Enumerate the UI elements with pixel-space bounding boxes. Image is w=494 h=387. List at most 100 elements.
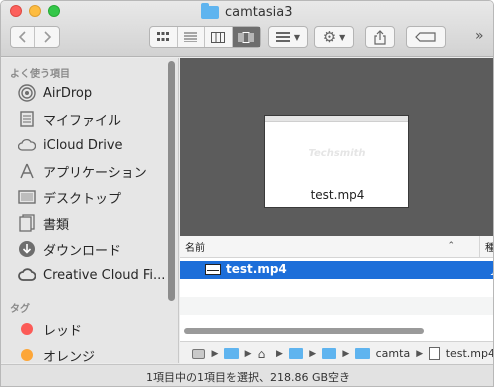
gear-icon: ⚙ <box>322 28 337 46</box>
sidebar-scrollbar[interactable] <box>166 58 178 363</box>
folder-icon[interactable] <box>322 348 337 359</box>
path-item-label[interactable]: test.mp4 <box>446 347 493 360</box>
cloud-icon <box>18 136 36 154</box>
folder-icon[interactable] <box>288 348 304 359</box>
sidebar-heading-favorites: よく使う項目 <box>10 69 70 80</box>
file-icon[interactable] <box>429 347 440 360</box>
sort-caret-icon: ⌃ <box>447 241 455 251</box>
sidebar-item-label: マイファイル <box>43 113 122 129</box>
video-thumbnail[interactable]: Techsmith test.mp4 <box>264 115 409 208</box>
sidebar-item-label: ダウンロード <box>43 243 122 259</box>
sidebar-item-label: 書類 <box>43 217 70 233</box>
column-view-icon <box>211 31 226 43</box>
file-name: test.mp4 <box>226 262 287 276</box>
empty-row <box>180 279 493 297</box>
navigation-buttons <box>10 26 60 48</box>
path-separator-icon: ▶ <box>244 348 252 359</box>
path-separator-icon: ▶ <box>211 348 219 359</box>
folder-icon[interactable] <box>355 348 370 359</box>
arrange-button[interactable]: ▼ <box>268 26 308 48</box>
sidebar-item-label: オレンジ <box>43 349 96 364</box>
column-header-name-label: 名前 <box>185 243 205 254</box>
toolbar-overflow-button[interactable]: » <box>475 28 484 44</box>
folder-icon[interactable] <box>224 348 239 359</box>
list-view-icon <box>184 32 198 42</box>
sidebar-item-label: Creative Cloud Fi... <box>43 267 166 283</box>
sidebar-item-tag-red[interactable]: レッド <box>1 316 166 342</box>
column-header-kind[interactable]: 種 <box>480 239 493 254</box>
sidebar-item-downloads[interactable]: ダウンロード <box>1 236 166 262</box>
path-separator-icon: ▶ <box>416 348 424 359</box>
grid-arrange-icon <box>275 32 290 42</box>
window-title: camtasia3 <box>201 2 293 21</box>
sidebar-item-label: レッド <box>43 323 83 339</box>
table-row[interactable]: test.mp4 ム <box>180 261 493 279</box>
list-header: 名前 ⌃ 種 <box>180 236 493 258</box>
chevron-down-icon: ▼ <box>293 32 301 42</box>
sidebar-item-all-files[interactable]: マイファイル <box>1 106 166 132</box>
share-button[interactable] <box>365 26 395 48</box>
sidebar-scroll-thumb[interactable] <box>168 61 175 301</box>
icon-view-icon <box>157 32 170 41</box>
thumbnail-caption: test.mp4 <box>310 188 365 202</box>
window-title-text: camtasia3 <box>225 4 293 20</box>
sidebar-item-applications[interactable]: アプリケーション <box>1 158 166 184</box>
list-horizontal-scrollbar[interactable] <box>184 328 424 334</box>
creative-cloud-icon <box>18 266 36 284</box>
red-tag-dot-icon <box>18 320 36 338</box>
orange-tag-dot-icon <box>18 346 36 363</box>
zoom-window-button[interactable] <box>48 5 60 17</box>
sidebar-item-documents[interactable]: 書類 <box>1 210 166 236</box>
all-files-icon <box>18 110 36 128</box>
coverflow-view-button[interactable] <box>232 27 260 47</box>
sidebar-heading-tags: タグ <box>10 304 30 315</box>
list-view-button[interactable] <box>178 27 205 47</box>
path-separator-icon: ▶ <box>275 348 283 359</box>
sidebar-item-tag-orange[interactable]: オレンジ <box>1 342 166 363</box>
share-icon <box>374 29 386 45</box>
toolbar: camtasia3 ▼ ⚙ ▼ » <box>1 1 493 57</box>
view-switcher <box>149 26 261 48</box>
downloads-icon <box>18 240 36 258</box>
chevron-right-icon <box>44 31 52 43</box>
file-name-cell: test.mp4 <box>205 262 287 276</box>
forward-button[interactable] <box>35 27 59 47</box>
thumbnail-watermark: Techsmith <box>308 148 366 159</box>
sidebar-item-label: デスクトップ <box>43 191 122 207</box>
sidebar-item-label: AirDrop <box>43 85 93 101</box>
path-item-label[interactable]: camta <box>376 347 411 360</box>
empty-row <box>180 297 493 315</box>
chevron-down-icon: ▼ <box>339 32 346 42</box>
file-kind: ム <box>490 263 493 279</box>
file-list: 名前 ⌃ 種 test.mp4 ム <box>180 236 493 341</box>
desktop-icon <box>18 188 36 206</box>
sidebar-item-label: iCloud Drive <box>43 137 123 153</box>
action-button[interactable]: ⚙ ▼ <box>314 26 354 48</box>
path-separator-icon: ▶ <box>342 348 350 359</box>
sidebar: よく使う項目 AirDrop マイファイル iCloud Drive アプリケー… <box>1 58 179 363</box>
back-button[interactable] <box>11 27 36 47</box>
path-separator-icon: ▶ <box>309 348 317 359</box>
minimize-window-button[interactable] <box>29 5 41 17</box>
icon-view-button[interactable] <box>150 27 178 47</box>
tag-button[interactable] <box>406 26 446 48</box>
coverflow-preview: Techsmith test.mp4 <box>180 58 493 236</box>
status-text: 1項目中の1項目を選択、218.86 GB空き <box>145 370 351 384</box>
home-icon[interactable]: ⌂ <box>258 348 270 360</box>
coverflow-view-icon <box>238 31 254 43</box>
sidebar-item-label: アプリケーション <box>43 165 147 181</box>
applications-icon <box>18 162 36 180</box>
disk-icon[interactable] <box>192 348 206 359</box>
sidebar-item-creative-cloud[interactable]: Creative Cloud Fi... <box>1 262 166 288</box>
sidebar-item-icloud-drive[interactable]: iCloud Drive <box>1 132 166 158</box>
path-bar: ▶ ▶ ⌂ ▶ ▶ ▶ camta ▶ test.mp4 <box>180 341 493 365</box>
thumbnail-titlebar <box>265 116 408 122</box>
sidebar-item-airdrop[interactable]: AirDrop <box>1 80 166 106</box>
column-header-name[interactable]: 名前 ⌃ <box>180 236 480 257</box>
column-view-button[interactable] <box>205 27 233 47</box>
airdrop-icon <box>18 84 36 102</box>
sidebar-item-desktop[interactable]: デスクトップ <box>1 184 166 210</box>
close-window-button[interactable] <box>10 5 22 17</box>
tag-icon <box>415 32 436 42</box>
documents-icon <box>18 214 36 232</box>
